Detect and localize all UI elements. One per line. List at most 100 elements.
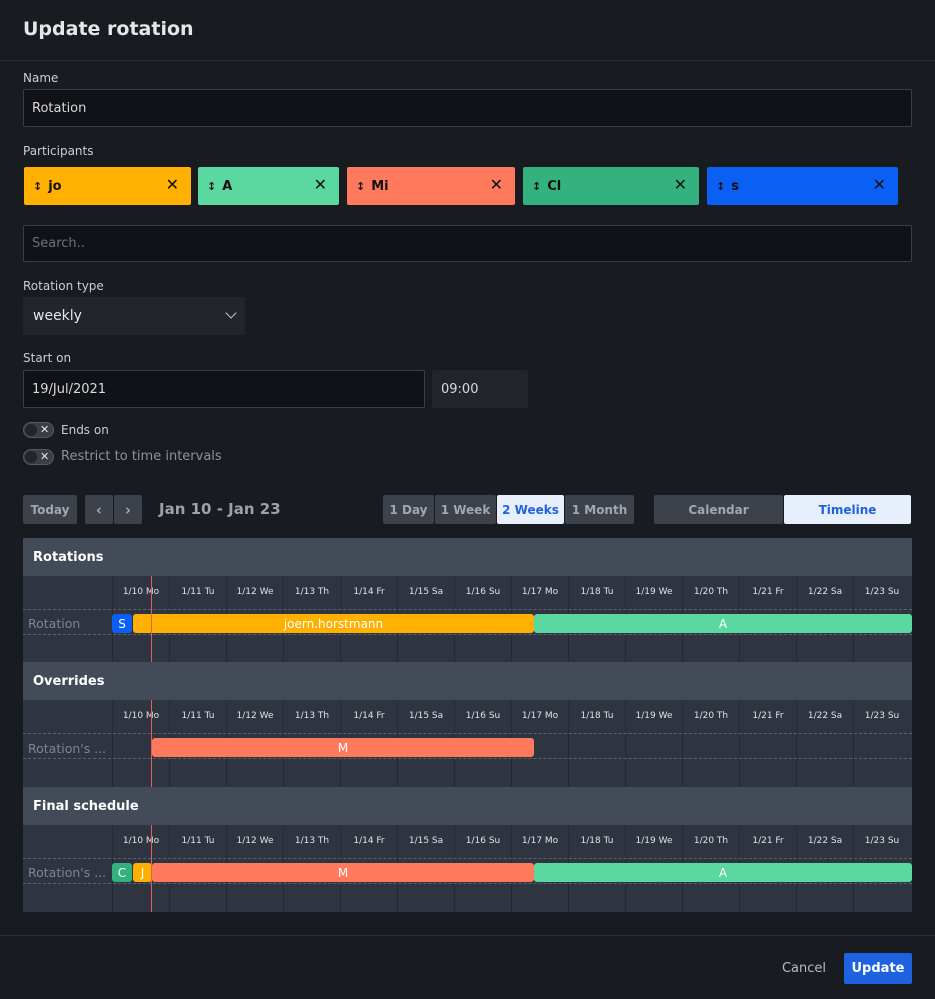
participant-chip[interactable]: ↕ Cl ✕	[523, 167, 699, 205]
toggle-knob	[25, 424, 37, 436]
day-column-header: 1/15 Sa	[397, 700, 454, 732]
current-time-line	[151, 700, 152, 787]
remove-participant-icon[interactable]: ✕	[490, 175, 503, 194]
day-column-header: 1/10 Mo	[112, 700, 169, 732]
start-date-input[interactable]: 19/Jul/2021	[23, 370, 425, 408]
ends-on-label: Ends on	[61, 423, 109, 437]
participant-chip[interactable]: ↕ A ✕	[198, 167, 339, 205]
drag-handle-icon[interactable]: ↕	[716, 180, 725, 193]
start-time-input[interactable]: 09:00	[432, 370, 528, 408]
day-column-header: 1/12 We	[226, 576, 283, 608]
timeline-mode-button[interactable]: Timeline	[784, 495, 911, 524]
participant-search-input[interactable]: Search..	[23, 225, 912, 262]
cancel-button[interactable]: Cancel	[772, 954, 836, 983]
ends-on-toggle[interactable]: ✕	[23, 422, 54, 438]
day-column-header: 1/23 Su	[853, 576, 910, 608]
row-divider	[23, 609, 912, 610]
participant-name: Mi	[371, 178, 389, 194]
calendar-mode-button[interactable]: Calendar	[654, 495, 783, 524]
shift-bar[interactable]: joern.horstmann	[133, 614, 534, 633]
overrides-grid: Rotation's ... 1/10 Mo 1/11 Tu 1/12 We 1/13…	[23, 700, 912, 787]
final-row-label: Rotation's ...	[28, 865, 107, 880]
view-1-month-button[interactable]: 1 Month	[565, 495, 634, 524]
day-gridline	[112, 732, 113, 787]
chevron-down-icon	[225, 307, 237, 319]
day-column-header: 1/22 Sa	[796, 700, 853, 732]
shift-bar[interactable]: M	[152, 738, 534, 757]
view-2-weeks-button[interactable]: 2 Weeks	[497, 495, 564, 524]
remove-participant-icon[interactable]: ✕	[873, 175, 886, 194]
final-schedule-grid: Rotation's ... 1/10 Mo 1/11 Tu 1/12 We 1/13…	[23, 825, 912, 912]
drag-handle-icon[interactable]: ↕	[33, 180, 42, 193]
day-column-header: 1/19 We	[625, 576, 682, 608]
remove-participant-icon[interactable]: ✕	[314, 175, 327, 194]
next-range-button[interactable]: ›	[114, 495, 142, 524]
day-column-header: 1/18 Tu	[568, 825, 625, 857]
drag-handle-icon[interactable]: ↕	[356, 180, 365, 193]
restrict-intervals-toggle[interactable]: ✕	[23, 449, 54, 465]
day-column-header: 1/23 Su	[853, 700, 910, 732]
day-gridline	[853, 732, 854, 787]
drag-handle-icon[interactable]: ↕	[207, 180, 216, 193]
day-column-header: 1/12 We	[226, 700, 283, 732]
participants-label: Participants	[23, 144, 94, 158]
participant-chip[interactable]: ↕ jo ✕	[24, 167, 191, 205]
day-column-header: 1/15 Sa	[397, 825, 454, 857]
rotation-type-select[interactable]: weekly	[23, 297, 245, 335]
shift-bar[interactable]: A	[534, 614, 912, 633]
day-column-header: 1/13 Th	[283, 700, 340, 732]
participant-chip[interactable]: ↕ s ✕	[707, 167, 898, 205]
rotation-type-value: weekly	[33, 308, 82, 324]
row-divider	[23, 733, 912, 734]
shift-bar[interactable]: J	[133, 863, 152, 882]
overrides-section-header: Overrides	[23, 662, 912, 700]
rotation-row-label: Rotation	[28, 616, 81, 631]
start-on-label: Start on	[23, 351, 72, 365]
row-divider	[23, 758, 912, 759]
drag-handle-icon[interactable]: ↕	[532, 180, 541, 193]
prev-range-button[interactable]: ‹	[85, 495, 113, 524]
day-gridline	[682, 732, 683, 787]
rotations-section-header: Rotations	[23, 538, 912, 576]
day-column-header: 1/22 Sa	[796, 576, 853, 608]
day-column-header: 1/17 Mo	[511, 700, 568, 732]
day-column-header: 1/18 Tu	[568, 576, 625, 608]
participant-chip[interactable]: ↕ Mi ✕	[347, 167, 515, 205]
view-1-day-button[interactable]: 1 Day	[383, 495, 434, 524]
day-column-header: 1/10 Mo	[112, 825, 169, 857]
day-column-header: 1/11 Tu	[169, 700, 226, 732]
day-column-header: 1/19 We	[625, 825, 682, 857]
day-column-header: 1/11 Tu	[169, 825, 226, 857]
dialog-title: Update rotation	[23, 18, 194, 40]
footer-divider	[0, 935, 935, 936]
shift-bar[interactable]: M	[152, 863, 534, 882]
day-column-header: 1/15 Sa	[397, 576, 454, 608]
day-column-header: 1/19 We	[625, 700, 682, 732]
participant-name: s	[731, 178, 739, 194]
shift-bar[interactable]: S	[112, 614, 132, 633]
day-gridline	[568, 732, 569, 787]
today-button[interactable]: Today	[23, 495, 77, 524]
day-column-header: 1/12 We	[226, 825, 283, 857]
day-column-header: 1/21 Fr	[739, 700, 796, 732]
update-button[interactable]: Update	[844, 953, 912, 984]
day-column-header: 1/16 Su	[454, 576, 511, 608]
remove-participant-icon[interactable]: ✕	[166, 175, 179, 194]
view-1-week-button[interactable]: 1 Week	[435, 495, 496, 524]
day-column-header: 1/13 Th	[283, 576, 340, 608]
day-column-header: 1/16 Su	[454, 825, 511, 857]
day-column-header: 1/21 Fr	[739, 825, 796, 857]
shift-bar[interactable]: C	[112, 863, 132, 882]
day-column-header: 1/23 Su	[853, 825, 910, 857]
rotation-type-label: Rotation type	[23, 279, 104, 293]
row-divider	[23, 883, 912, 884]
day-column-header: 1/13 Th	[283, 825, 340, 857]
remove-participant-icon[interactable]: ✕	[674, 175, 687, 194]
shift-bar[interactable]: A	[534, 863, 912, 882]
toggle-off-icon: ✕	[40, 450, 50, 463]
update-rotation-dialog: Update rotation Name Rotation Participan…	[0, 0, 935, 999]
participant-name: jo	[48, 178, 62, 194]
toggle-off-icon: ✕	[40, 423, 50, 436]
date-range-label: Jan 10 - Jan 23	[159, 500, 281, 518]
name-input[interactable]: Rotation	[23, 89, 912, 127]
